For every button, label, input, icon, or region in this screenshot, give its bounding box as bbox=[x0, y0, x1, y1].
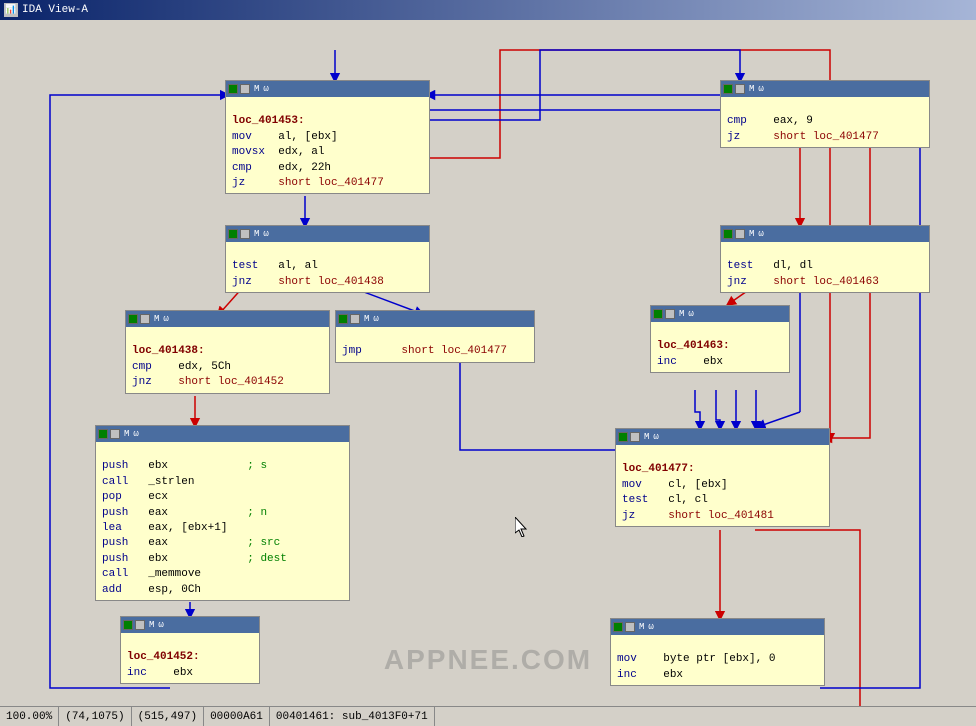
node-btn-green[interactable] bbox=[338, 314, 348, 324]
node-loc401452[interactable]: M ω loc_401452: inc ebx bbox=[120, 616, 260, 684]
node-body: loc_401438: cmp edx, 5Ch jnz short loc_4… bbox=[126, 327, 329, 393]
node-btn-green[interactable] bbox=[723, 229, 733, 239]
node-btn-gray1[interactable] bbox=[110, 429, 120, 439]
title-icon: 📊 bbox=[4, 3, 18, 17]
node-btn-gray1[interactable] bbox=[240, 84, 250, 94]
node-loc401438[interactable]: M ω loc_401438: cmp edx, 5Ch jnz short l… bbox=[125, 310, 330, 394]
node-body: loc_401452: inc ebx bbox=[121, 633, 259, 683]
node-header: M ω bbox=[96, 426, 349, 442]
node-cmp-eax9[interactable]: M ω cmp eax, 9 jz short loc_401477 bbox=[720, 80, 930, 148]
node-btn-gray1[interactable] bbox=[630, 432, 640, 442]
node-loc401477[interactable]: M ω loc_401477: mov cl, [ebx] test cl, c… bbox=[615, 428, 830, 527]
node-mov-byte[interactable]: M ω mov byte ptr [ebx], 0 inc ebx bbox=[610, 618, 825, 686]
status-coords2: (515,497) bbox=[132, 707, 204, 726]
mouse-cursor bbox=[515, 517, 531, 541]
node-header: M ω bbox=[126, 311, 329, 327]
node-btn-gray1[interactable] bbox=[735, 84, 745, 94]
node-btn-gray1[interactable] bbox=[735, 229, 745, 239]
node-btn-gray1[interactable] bbox=[135, 620, 145, 630]
graph-area[interactable]: M ω loc_401453: mov al, [ebx] movsx edx,… bbox=[0, 20, 976, 706]
watermark: APPNEE.COM bbox=[384, 644, 592, 676]
node-jmp[interactable]: M ω jmp short loc_401477 bbox=[335, 310, 535, 363]
status-bar: 100.00% (74,1075) (515,497) 00000A61 004… bbox=[0, 706, 976, 726]
node-body: test dl, dl jnz short loc_401463 bbox=[721, 242, 929, 292]
node-btn-gray1[interactable] bbox=[625, 622, 635, 632]
node-test-dl[interactable]: M ω test dl, dl jnz short loc_401463 bbox=[720, 225, 930, 293]
node-body: loc_401477: mov cl, [ebx] test cl, cl jz… bbox=[616, 445, 829, 526]
node-body: loc_401463: inc ebx bbox=[651, 322, 789, 372]
node-header: M ω bbox=[336, 311, 534, 327]
node-body: cmp eax, 9 jz short loc_401477 bbox=[721, 97, 929, 147]
node-btn-green[interactable] bbox=[128, 314, 138, 324]
node-btn-gray1[interactable] bbox=[350, 314, 360, 324]
status-info: 00401461: sub_4013F0+71 bbox=[270, 707, 435, 726]
node-body: loc_401453: mov al, [ebx] movsx edx, al … bbox=[226, 97, 429, 193]
status-coords1: (74,1075) bbox=[59, 707, 131, 726]
node-btn-green[interactable] bbox=[613, 622, 623, 632]
node-test-al[interactable]: M ω test al, al jnz short loc_401438 bbox=[225, 225, 430, 293]
node-btn-green[interactable] bbox=[228, 229, 238, 239]
title-bar: 📊 IDA View-A bbox=[0, 0, 976, 20]
node-loc401453[interactable]: M ω loc_401453: mov al, [ebx] movsx edx,… bbox=[225, 80, 430, 194]
main-content: M ω loc_401453: mov al, [ebx] movsx edx,… bbox=[0, 20, 976, 726]
node-header: M ω bbox=[226, 226, 429, 242]
node-btn-green[interactable] bbox=[653, 309, 663, 319]
status-zoom: 100.00% bbox=[0, 707, 59, 726]
node-loc401463[interactable]: M ω loc_401463: inc ebx bbox=[650, 305, 790, 373]
node-btn-green[interactable] bbox=[228, 84, 238, 94]
node-btn-gray1[interactable] bbox=[240, 229, 250, 239]
node-header: M ω bbox=[721, 81, 929, 97]
status-address: 00000A61 bbox=[204, 707, 270, 726]
node-body: mov byte ptr [ebx], 0 inc ebx bbox=[611, 635, 824, 685]
node-header: M ω bbox=[616, 429, 829, 445]
node-btn-green[interactable] bbox=[98, 429, 108, 439]
node-btn-gray1[interactable] bbox=[140, 314, 150, 324]
node-btn-gray1[interactable] bbox=[665, 309, 675, 319]
node-body: jmp short loc_401477 bbox=[336, 327, 534, 362]
node-header: M ω bbox=[611, 619, 824, 635]
node-header: M ω bbox=[226, 81, 429, 97]
node-btn-green[interactable] bbox=[618, 432, 628, 442]
node-push-block[interactable]: M ω push ebx ; s call _strlen pop ecx pu… bbox=[95, 425, 350, 601]
node-header: M ω bbox=[121, 617, 259, 633]
title-label: IDA View-A bbox=[22, 4, 88, 16]
node-body: test al, al jnz short loc_401438 bbox=[226, 242, 429, 292]
node-btn-green[interactable] bbox=[123, 620, 133, 630]
node-btn-green[interactable] bbox=[723, 84, 733, 94]
node-body: push ebx ; s call _strlen pop ecx push e… bbox=[96, 442, 349, 600]
node-header: M ω bbox=[651, 306, 789, 322]
node-header: M ω bbox=[721, 226, 929, 242]
